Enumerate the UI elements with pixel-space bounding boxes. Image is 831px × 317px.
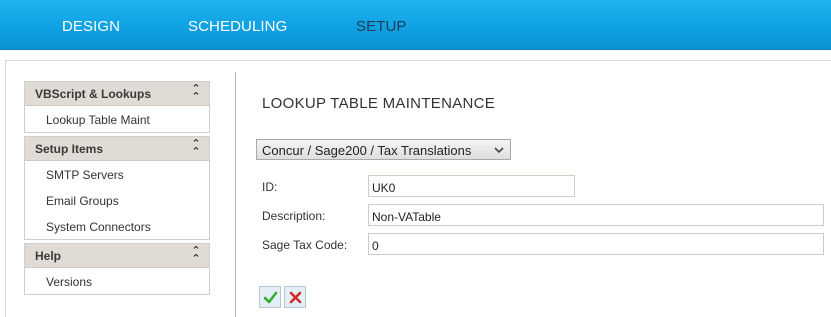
x-icon (289, 291, 302, 304)
sidebar-panel-vbscript: VBScript & Lookups ⌃ ⌃ Lookup Table Maint (24, 81, 210, 133)
nav-tab-design[interactable]: DESIGN (62, 18, 120, 35)
sidebar-item-email-groups[interactable]: Email Groups (25, 187, 209, 213)
sage-tax-code-label: Sage Tax Code: (262, 238, 348, 252)
sidebar-item-lookup-table-maint[interactable]: Lookup Table Maint (25, 106, 209, 132)
id-field[interactable] (368, 175, 575, 197)
sidebar-item-versions[interactable]: Versions (25, 268, 209, 294)
sidebar-panel-setup-items: Setup Items ⌃ ⌃ SMTP Servers Email Groups… (24, 136, 210, 240)
panel-title: Help (35, 249, 62, 263)
save-button[interactable] (259, 286, 281, 308)
checkmark-icon (263, 291, 278, 304)
collapse-icon[interactable]: ⌃ ⌃ (191, 246, 201, 265)
sidebar-panel-help: Help ⌃ ⌃ Versions (24, 243, 210, 295)
chevron-down-icon (494, 147, 504, 154)
page-title: LOOKUP TABLE MAINTENANCE (262, 95, 496, 112)
panel-header-help[interactable]: Help ⌃ ⌃ (25, 244, 209, 268)
panel-title: Setup Items (35, 142, 104, 156)
panel-header-setup-items[interactable]: Setup Items ⌃ ⌃ (25, 137, 209, 161)
sidebar-item-smtp-servers[interactable]: SMTP Servers (25, 161, 209, 187)
description-field[interactable] (368, 204, 824, 226)
panel-header-vbscript[interactable]: VBScript & Lookups ⌃ ⌃ (25, 82, 209, 106)
collapse-icon[interactable]: ⌃ ⌃ (191, 84, 201, 103)
description-label: Description: (262, 209, 326, 223)
nav-tab-setup[interactable]: SETUP (356, 18, 407, 35)
panel-title: VBScript & Lookups (35, 87, 152, 101)
sidebar-item-system-connectors[interactable]: System Connectors (25, 213, 209, 239)
id-label: ID: (262, 180, 278, 194)
vertical-divider (235, 72, 236, 317)
lookup-table-select[interactable]: Concur / Sage200 / Tax Translations (256, 139, 511, 160)
sidebar: VBScript & Lookups ⌃ ⌃ Lookup Table Maint… (24, 81, 210, 298)
top-nav-bar: DESIGN SCHEDULING SETUP (0, 0, 831, 50)
collapse-icon[interactable]: ⌃ ⌃ (191, 139, 201, 158)
cancel-button[interactable] (284, 286, 306, 308)
nav-tab-scheduling[interactable]: SCHEDULING (188, 18, 287, 35)
sage-tax-code-field[interactable] (368, 233, 824, 255)
lookup-table-select-value: Concur / Sage200 / Tax Translations (262, 143, 472, 158)
